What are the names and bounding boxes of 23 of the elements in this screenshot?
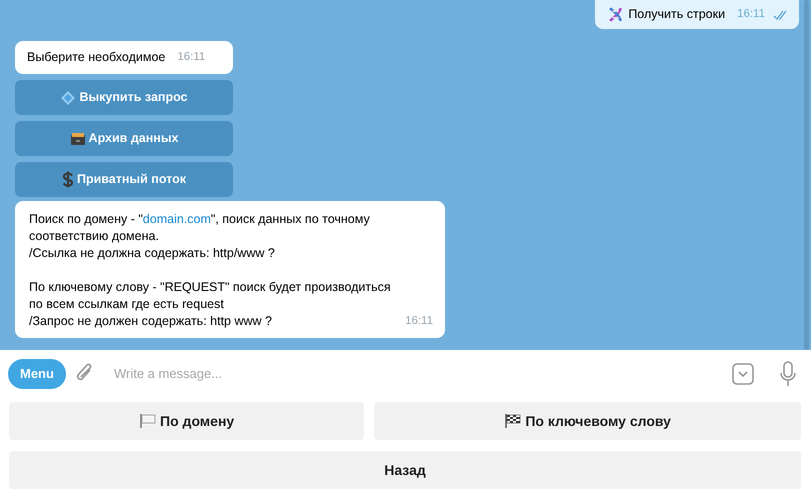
file-box-icon bbox=[70, 132, 86, 146]
message-text: Выберите необходимое bbox=[27, 49, 166, 66]
keyboard-toggle-icon[interactable] bbox=[731, 362, 755, 386]
message-time: 16:11 bbox=[405, 314, 433, 329]
message-time: 16:11 bbox=[737, 7, 765, 22]
checkered-flag-icon bbox=[504, 413, 522, 429]
menu-button[interactable]: Menu bbox=[8, 359, 66, 389]
link[interactable]: domain.com bbox=[142, 212, 211, 226]
message-text: Получить строки bbox=[628, 6, 726, 23]
dna-icon bbox=[607, 6, 624, 23]
message-text: По ключевому слову - "REQUEST" поиск будет производиться по всем ссылкам где есть request /Запрос не должен содержать: http www ? bbox=[29, 279, 392, 330]
dollar-icon bbox=[62, 171, 74, 188]
keyboard-button[interactable]: Назад bbox=[9, 451, 801, 489]
inline-button[interactable]: Выкупить запрос bbox=[15, 80, 233, 115]
message-time: 16:11 bbox=[177, 50, 206, 65]
keyboard-button[interactable]: По ключевому слову bbox=[374, 402, 802, 440]
flag-icon bbox=[139, 413, 158, 429]
keyboard-button[interactable]: По домену bbox=[9, 402, 364, 440]
inline-button[interactable]: Архив данных bbox=[15, 121, 233, 156]
message-text: Поиск по домену - "domain.com", поиск данных по точному соответствию домена. /Ссылка не должна содержать: http/www ? bbox=[29, 211, 371, 262]
diamond-icon bbox=[60, 90, 76, 106]
microphone-icon[interactable] bbox=[779, 361, 797, 387]
inline-button[interactable]: Приватный поток bbox=[15, 162, 233, 197]
